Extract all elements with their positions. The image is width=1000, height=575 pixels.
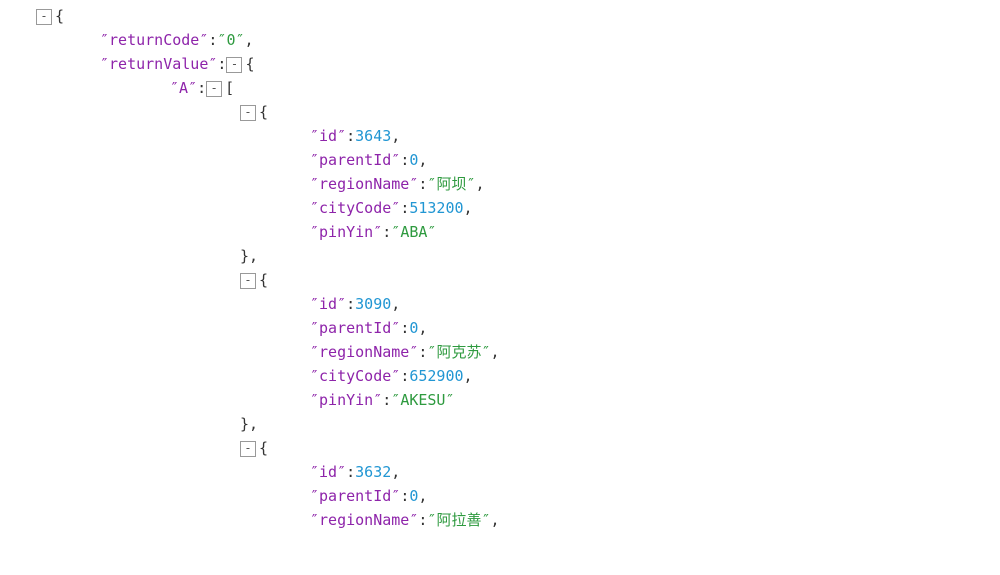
prop-parentId: ″parentId″:0, [0,148,1000,172]
prop-parentId: ″parentId″:0, [0,316,1000,340]
array-item-close: }, [0,244,1000,268]
prop-regionName: ″regionName″:″阿克苏″, [0,340,1000,364]
array-item-close: }, [0,412,1000,436]
array-item-open: { [0,100,1000,124]
prop-returnCode: ″returnCode″:″0″, [0,28,1000,52]
array-item-open: { [0,268,1000,292]
prop-regionName: ″regionName″:″阿拉善″, [0,508,1000,532]
prop-id: ″id″:3090, [0,292,1000,316]
prop-id: ″id″:3632, [0,460,1000,484]
open-brace: { [55,7,64,25]
collapse-icon[interactable] [206,81,222,97]
collapse-icon[interactable] [240,105,256,121]
prop-parentId: ″parentId″:0, [0,484,1000,508]
prop-id: ″id″:3643, [0,124,1000,148]
prop-pinYin: ″pinYin″:″AKESU″ [0,388,1000,412]
prop-returnValue: ″returnValue″:{ [0,52,1000,76]
collapse-icon[interactable] [240,273,256,289]
prop-cityCode: ″cityCode″:652900, [0,364,1000,388]
prop-cityCode: ″cityCode″:513200, [0,196,1000,220]
prop-A: ″A″:[ [0,76,1000,100]
collapse-icon[interactable] [226,57,242,73]
json-tree-viewer: { ″returnCode″:″0″, ″returnValue″:{ ″A″:… [0,0,1000,532]
root-open: { [0,4,1000,28]
collapse-icon[interactable] [36,9,52,25]
array-item-open: { [0,436,1000,460]
prop-pinYin: ″pinYin″:″ABA″ [0,220,1000,244]
prop-regionName: ″regionName″:″阿坝″, [0,172,1000,196]
collapse-icon[interactable] [240,441,256,457]
